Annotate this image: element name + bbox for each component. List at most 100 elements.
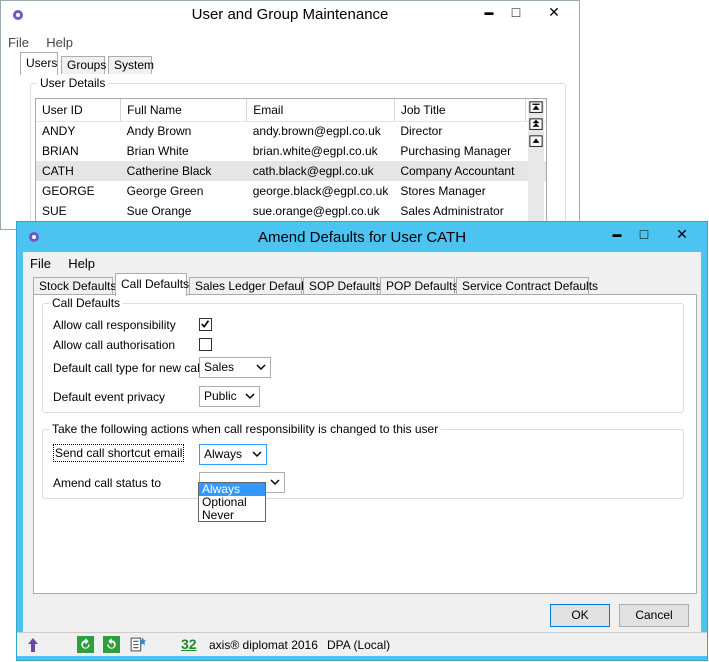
tab-pop-defaults[interactable]: POP Defaults [380,277,458,295]
chevron-down-icon [252,451,262,458]
record-count: 32 [181,636,197,652]
table-row[interactable]: ANDY Andy Brown andy.brown@egpl.co.uk Di… [36,121,546,141]
cell-email: brian.white@egpl.co.uk [252,144,378,158]
cell-job: Stores Manager [400,184,486,198]
col-email[interactable]: Email [246,99,395,122]
database-name: DPA (Local) [327,638,391,652]
send-email-dropdown-list: Always Optional Never [198,482,266,522]
product-name: axis® diplomat 2016 [209,638,318,652]
table-row[interactable]: SUE Sue Orange sue.orange@egpl.co.uk Sal… [36,201,546,221]
menu-help[interactable]: Help [61,254,102,273]
cell-email: george.black@egpl.co.uk [252,184,389,198]
users-grid: User ID Full Name Email Job Title C ANDY… [35,98,547,228]
col-job-title[interactable]: Job Title [394,99,527,122]
chevron-down-icon [256,364,266,371]
refresh-icon[interactable] [77,636,94,653]
menu-help[interactable]: Help [39,33,80,52]
maximize-button[interactable]: □ [631,223,657,245]
cell-name: Sue Orange [126,204,192,218]
minimize-button[interactable]: ▬ [476,1,502,23]
up-arrow-icon[interactable] [25,637,41,653]
allow-responsibility-checkbox[interactable] [199,318,212,331]
ok-button[interactable]: OK [550,604,610,627]
cell-email: sue.orange@egpl.co.uk [252,204,380,218]
call-type-value: Sales [204,360,235,374]
tab-sales-ledger-defaults[interactable]: Sales Ledger Defaults [189,277,313,295]
tab-stock-defaults[interactable]: Stock Defaults [33,277,116,295]
minimize-button[interactable]: ▬ [604,223,630,245]
cell-email: cath.black@egpl.co.uk [246,161,395,181]
group-title: Take the following actions when call res… [49,422,442,436]
send-email-select[interactable]: Always [199,444,267,465]
tab-system[interactable]: System [108,56,154,74]
chevron-down-icon [270,479,280,486]
users-table: User ID Full Name Email Job Title C ANDY… [36,99,546,221]
cell-id: BRIAN [42,144,79,158]
call-type-select[interactable]: Sales [199,357,271,378]
chevron-down-icon [245,393,255,400]
send-email-value: Always [204,447,243,461]
allow-authorisation-checkbox[interactable] [199,338,212,351]
dropdown-option-never[interactable]: Never [199,509,265,522]
cell-id: ANDY [42,124,76,139]
user-group-window: User and Group Maintenance ▬ □ ✕ File He… [0,0,580,233]
dialog-menubar: File Help [23,254,701,274]
call-defaults-group: Call Defaults Allow call responsibility … [42,296,684,413]
checkmark-icon [201,320,210,328]
reload-icon[interactable] [103,636,120,653]
cancel-button[interactable]: Cancel [619,604,689,627]
tab-groups[interactable]: Groups [61,56,106,74]
cell-id: CATH [36,161,121,181]
menu-file[interactable]: File [1,33,36,52]
cell-id: GEORGE [42,184,95,198]
tab-call-defaults[interactable]: Call Defaults [115,273,189,296]
cell-job: Director [400,124,443,139]
table-row[interactable]: GEORGE George Green george.black@egpl.co… [36,181,546,201]
status-bar: 32 axis® diplomat 2016 DPA (Local) [17,632,707,656]
col-full-name[interactable]: Full Name [120,99,248,122]
dialog-titlebar: Amend Defaults for User CATH ▬ □ ✕ [17,222,707,252]
dialog-tab-strip: Stock Defaults Call Defaults Sales Ledge… [33,273,598,296]
table-row[interactable]: CATH Catherine Black cath.black@egpl.co.… [36,161,546,181]
cell-name: Brian White [126,144,189,158]
cell-id: SUE [42,204,67,218]
amend-status-label: Amend call status to [53,476,162,490]
cell-job: Purchasing Manager [400,144,512,158]
amend-defaults-dialog: Amend Defaults for User CATH ▬ □ ✕ File … [16,221,708,661]
close-button[interactable]: ✕ [659,223,705,245]
dialog-client: File Help Stock Defaults Call Defaults S… [17,252,707,656]
table-row[interactable]: BRIAN Brian White brian.white@egpl.co.uk… [36,141,546,161]
grid-scrollbar[interactable] [528,101,544,226]
menubar: File Help [1,33,579,53]
cell-job: Sales Administrator [400,204,504,218]
privacy-value: Public [204,389,237,403]
tab-service-contract-defaults[interactable]: Service Contract Defaults [456,277,598,295]
cell-job: Company Accountant [394,161,526,181]
cell-name: Catherine Black [120,161,247,181]
group-title: User Details [37,76,109,90]
scroll-page-up-icon[interactable] [528,118,544,132]
tab-users[interactable]: Users [20,52,58,75]
scroll-up-icon[interactable] [528,135,544,149]
call-type-label: Default call type for new calls [53,361,209,375]
scroll-top-icon[interactable] [528,101,544,115]
tab-strip: Users Groups System [20,52,320,75]
send-email-label: Send call shortcut email [53,444,185,462]
col-user-id[interactable]: User ID [36,99,122,122]
tab-panel: Call Defaults Allow call responsibility … [33,294,697,594]
close-button[interactable]: ✕ [531,1,577,23]
privacy-select[interactable]: Public [199,386,260,407]
menu-file[interactable]: File [23,254,58,273]
allow-responsibility-label: Allow call responsibility [53,318,176,332]
cell-name: Andy Brown [126,124,192,139]
document-star-icon[interactable] [129,636,146,653]
maximize-button[interactable]: □ [503,1,529,23]
cell-email: andy.brown@egpl.co.uk [252,124,381,139]
privacy-label: Default event privacy [53,390,166,404]
group-title: Call Defaults [49,296,124,310]
tab-sop-defaults[interactable]: SOP Defaults [303,277,381,295]
cell-name: George Green [126,184,204,198]
responsibility-actions-group: Take the following actions when call res… [42,422,684,499]
allow-authorisation-label: Allow call authorisation [53,338,176,352]
window-titlebar: User and Group Maintenance ▬ □ ✕ [1,1,579,31]
